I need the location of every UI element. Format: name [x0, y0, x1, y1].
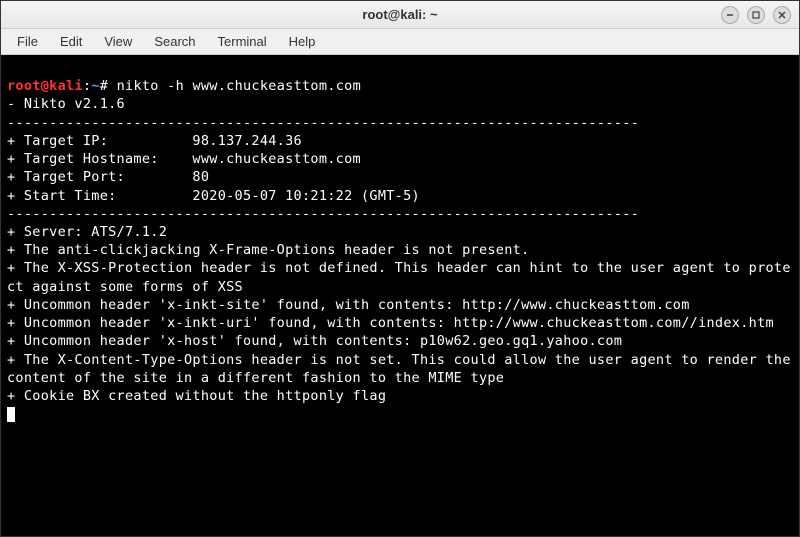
- menu-view[interactable]: View: [94, 31, 142, 52]
- menu-help[interactable]: Help: [279, 31, 326, 52]
- prompt-symbol: #: [100, 78, 117, 94]
- maximize-button[interactable]: [747, 6, 765, 24]
- cursor: [7, 407, 15, 422]
- close-button[interactable]: [773, 6, 791, 24]
- output-line: + The X-Content-Type-Options header is n…: [7, 352, 799, 386]
- menu-file[interactable]: File: [7, 31, 48, 52]
- output-line: + Target Hostname: www.chuckeasttom.com: [7, 151, 361, 167]
- prompt-userhost: root@kali: [7, 78, 83, 94]
- output-line: + The anti-clickjacking X-Frame-Options …: [7, 242, 530, 258]
- output-line: + Target IP: 98.137.244.36: [7, 133, 302, 149]
- window-title: root@kali: ~: [362, 7, 437, 22]
- prompt-path: ~: [91, 78, 99, 94]
- titlebar: root@kali: ~: [1, 1, 799, 29]
- menu-edit[interactable]: Edit: [50, 31, 92, 52]
- menubar: File Edit View Search Terminal Help: [1, 29, 799, 55]
- output-line: - Nikto v2.1.6: [7, 96, 125, 112]
- output-line: + Cookie BX created without the httponly…: [7, 388, 386, 404]
- output-line: + Uncommon header 'x-inkt-site' found, w…: [7, 297, 690, 313]
- menu-search[interactable]: Search: [144, 31, 205, 52]
- output-line: + Uncommon header 'x-host' found, with c…: [7, 333, 622, 349]
- output-line: + Uncommon header 'x-inkt-uri' found, wi…: [7, 315, 774, 331]
- output-line: ----------------------------------------…: [7, 206, 639, 222]
- output-line: + The X-XSS-Protection header is not def…: [7, 260, 791, 294]
- window-controls: [721, 6, 791, 24]
- command-text: nikto -h www.chuckeasttom.com: [117, 78, 361, 94]
- output-line: + Start Time: 2020-05-07 10:21:22 (GMT-5…: [7, 188, 420, 204]
- output-line: + Target Port: 80: [7, 169, 209, 185]
- terminal-area[interactable]: root@kali:~# nikto -h www.chuckeasttom.c…: [1, 55, 799, 536]
- menu-terminal[interactable]: Terminal: [208, 31, 277, 52]
- output-line: + Server: ATS/7.1.2: [7, 224, 167, 240]
- output-line: ----------------------------------------…: [7, 115, 639, 131]
- minimize-button[interactable]: [721, 6, 739, 24]
